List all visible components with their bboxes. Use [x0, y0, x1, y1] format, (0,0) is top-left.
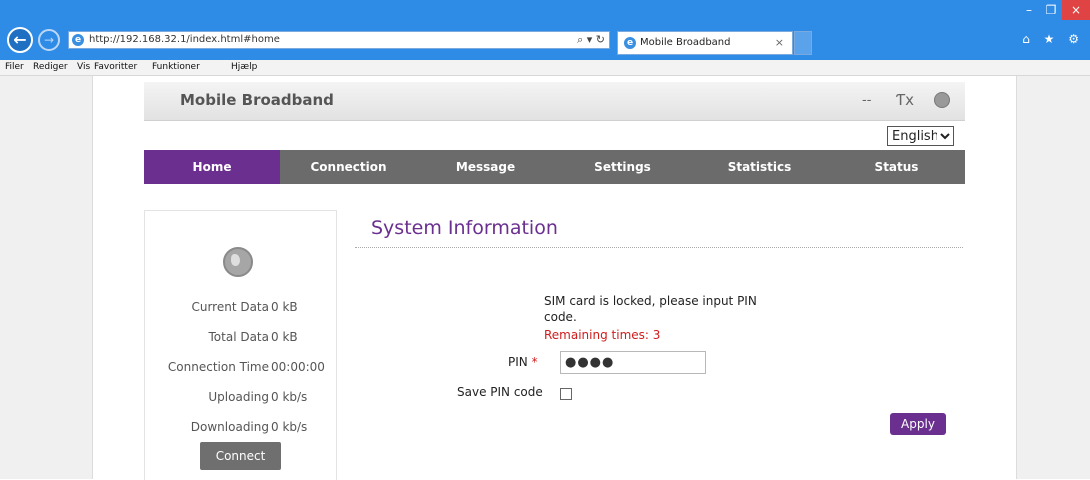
stat-value: 0 kB [271, 300, 298, 314]
nav-connection[interactable]: Connection [280, 150, 417, 184]
stat-label: Connection Time [167, 360, 269, 374]
nav-message[interactable]: Message [417, 150, 554, 184]
menu-bar: Filer Rediger Vis Favoritter Funktioner … [0, 60, 1090, 76]
network-status: -- [862, 93, 872, 108]
stat-value: 0 kb/s [271, 390, 308, 404]
page-header: Mobile Broadband -- Ƭx [144, 82, 965, 121]
stat-label: Total Data [208, 330, 270, 344]
remaining-attempts: Remaining times: 3 [544, 328, 661, 342]
main-nav: Home Connection Message Settings Statist… [144, 150, 965, 184]
minimize-button[interactable]: – [1018, 0, 1040, 20]
title-divider [355, 247, 963, 248]
menu-edit[interactable]: Rediger [33, 61, 68, 73]
menu-file[interactable]: Filer [5, 61, 24, 73]
pin-label-text: PIN [508, 355, 528, 369]
stat-value: 00:00:00 [271, 360, 325, 374]
menu-tools[interactable]: Funktioner [152, 61, 200, 73]
nav-status[interactable]: Status [828, 150, 965, 184]
connection-stats-panel: Current Data 0 kB Total Data 0 kB Connec… [144, 210, 337, 480]
brand-title: Mobile Broadband [180, 91, 334, 109]
nav-home[interactable]: Home [144, 150, 280, 184]
nav-statistics[interactable]: Statistics [691, 150, 828, 184]
globe-icon [934, 92, 950, 108]
globe-icon [223, 247, 253, 277]
address-bar[interactable]: e http://192.168.32.1/index.html#home ⌕ … [68, 31, 610, 49]
menu-favorites[interactable]: Favoritter [94, 61, 137, 73]
new-tab-button[interactable] [794, 31, 812, 55]
back-button[interactable]: ← [7, 27, 33, 53]
url-text[interactable]: http://192.168.32.1/index.html#home [89, 33, 280, 47]
browser-titlebar: – ❐ × ← → e http://192.168.32.1/index.ht… [0, 0, 1090, 60]
stat-label: Uploading [208, 390, 269, 404]
no-signal-icon: Ƭx [896, 91, 915, 109]
pin-label: PIN * [508, 355, 538, 369]
stat-label: Current Data [191, 300, 269, 314]
stat-value: 0 kb/s [271, 420, 308, 434]
forward-button[interactable]: → [38, 29, 60, 51]
home-favorites-settings-icons[interactable]: ⌂ ★ ⚙ [1022, 32, 1084, 46]
stat-value: 0 kB [271, 330, 298, 344]
close-window-button[interactable]: × [1062, 0, 1090, 20]
menu-help[interactable]: Hjælp [231, 61, 257, 73]
ie-page-icon: e [72, 34, 84, 46]
restore-button[interactable]: ❐ [1040, 0, 1062, 20]
page-title: System Information [371, 217, 558, 239]
window-controls: – ❐ × [1018, 0, 1090, 20]
search-refresh-icons[interactable]: ⌕ ▾ ↻ [577, 33, 605, 47]
connect-button[interactable]: Connect [200, 442, 281, 470]
language-select[interactable]: English [887, 126, 954, 146]
menu-view[interactable]: Vis [77, 61, 90, 73]
required-mark: * [531, 355, 538, 369]
pin-input[interactable]: ●●●● [560, 351, 706, 374]
page-gutter-left [0, 76, 93, 479]
tab-mobile-broadband[interactable]: e Mobile Broadband × [617, 31, 793, 55]
apply-button[interactable]: Apply [890, 413, 946, 435]
save-pin-checkbox[interactable] [560, 388, 572, 400]
page-gutter-right [1016, 76, 1090, 479]
save-pin-label: Save PIN code [457, 385, 543, 399]
nav-settings[interactable]: Settings [554, 150, 691, 184]
tab-title: Mobile Broadband [640, 37, 731, 48]
tab-close-icon[interactable]: × [775, 36, 784, 50]
stat-label: Downloading [190, 420, 269, 434]
sim-locked-message: SIM card is locked, please input PIN cod… [544, 294, 757, 324]
ie-tab-icon: e [624, 37, 636, 49]
